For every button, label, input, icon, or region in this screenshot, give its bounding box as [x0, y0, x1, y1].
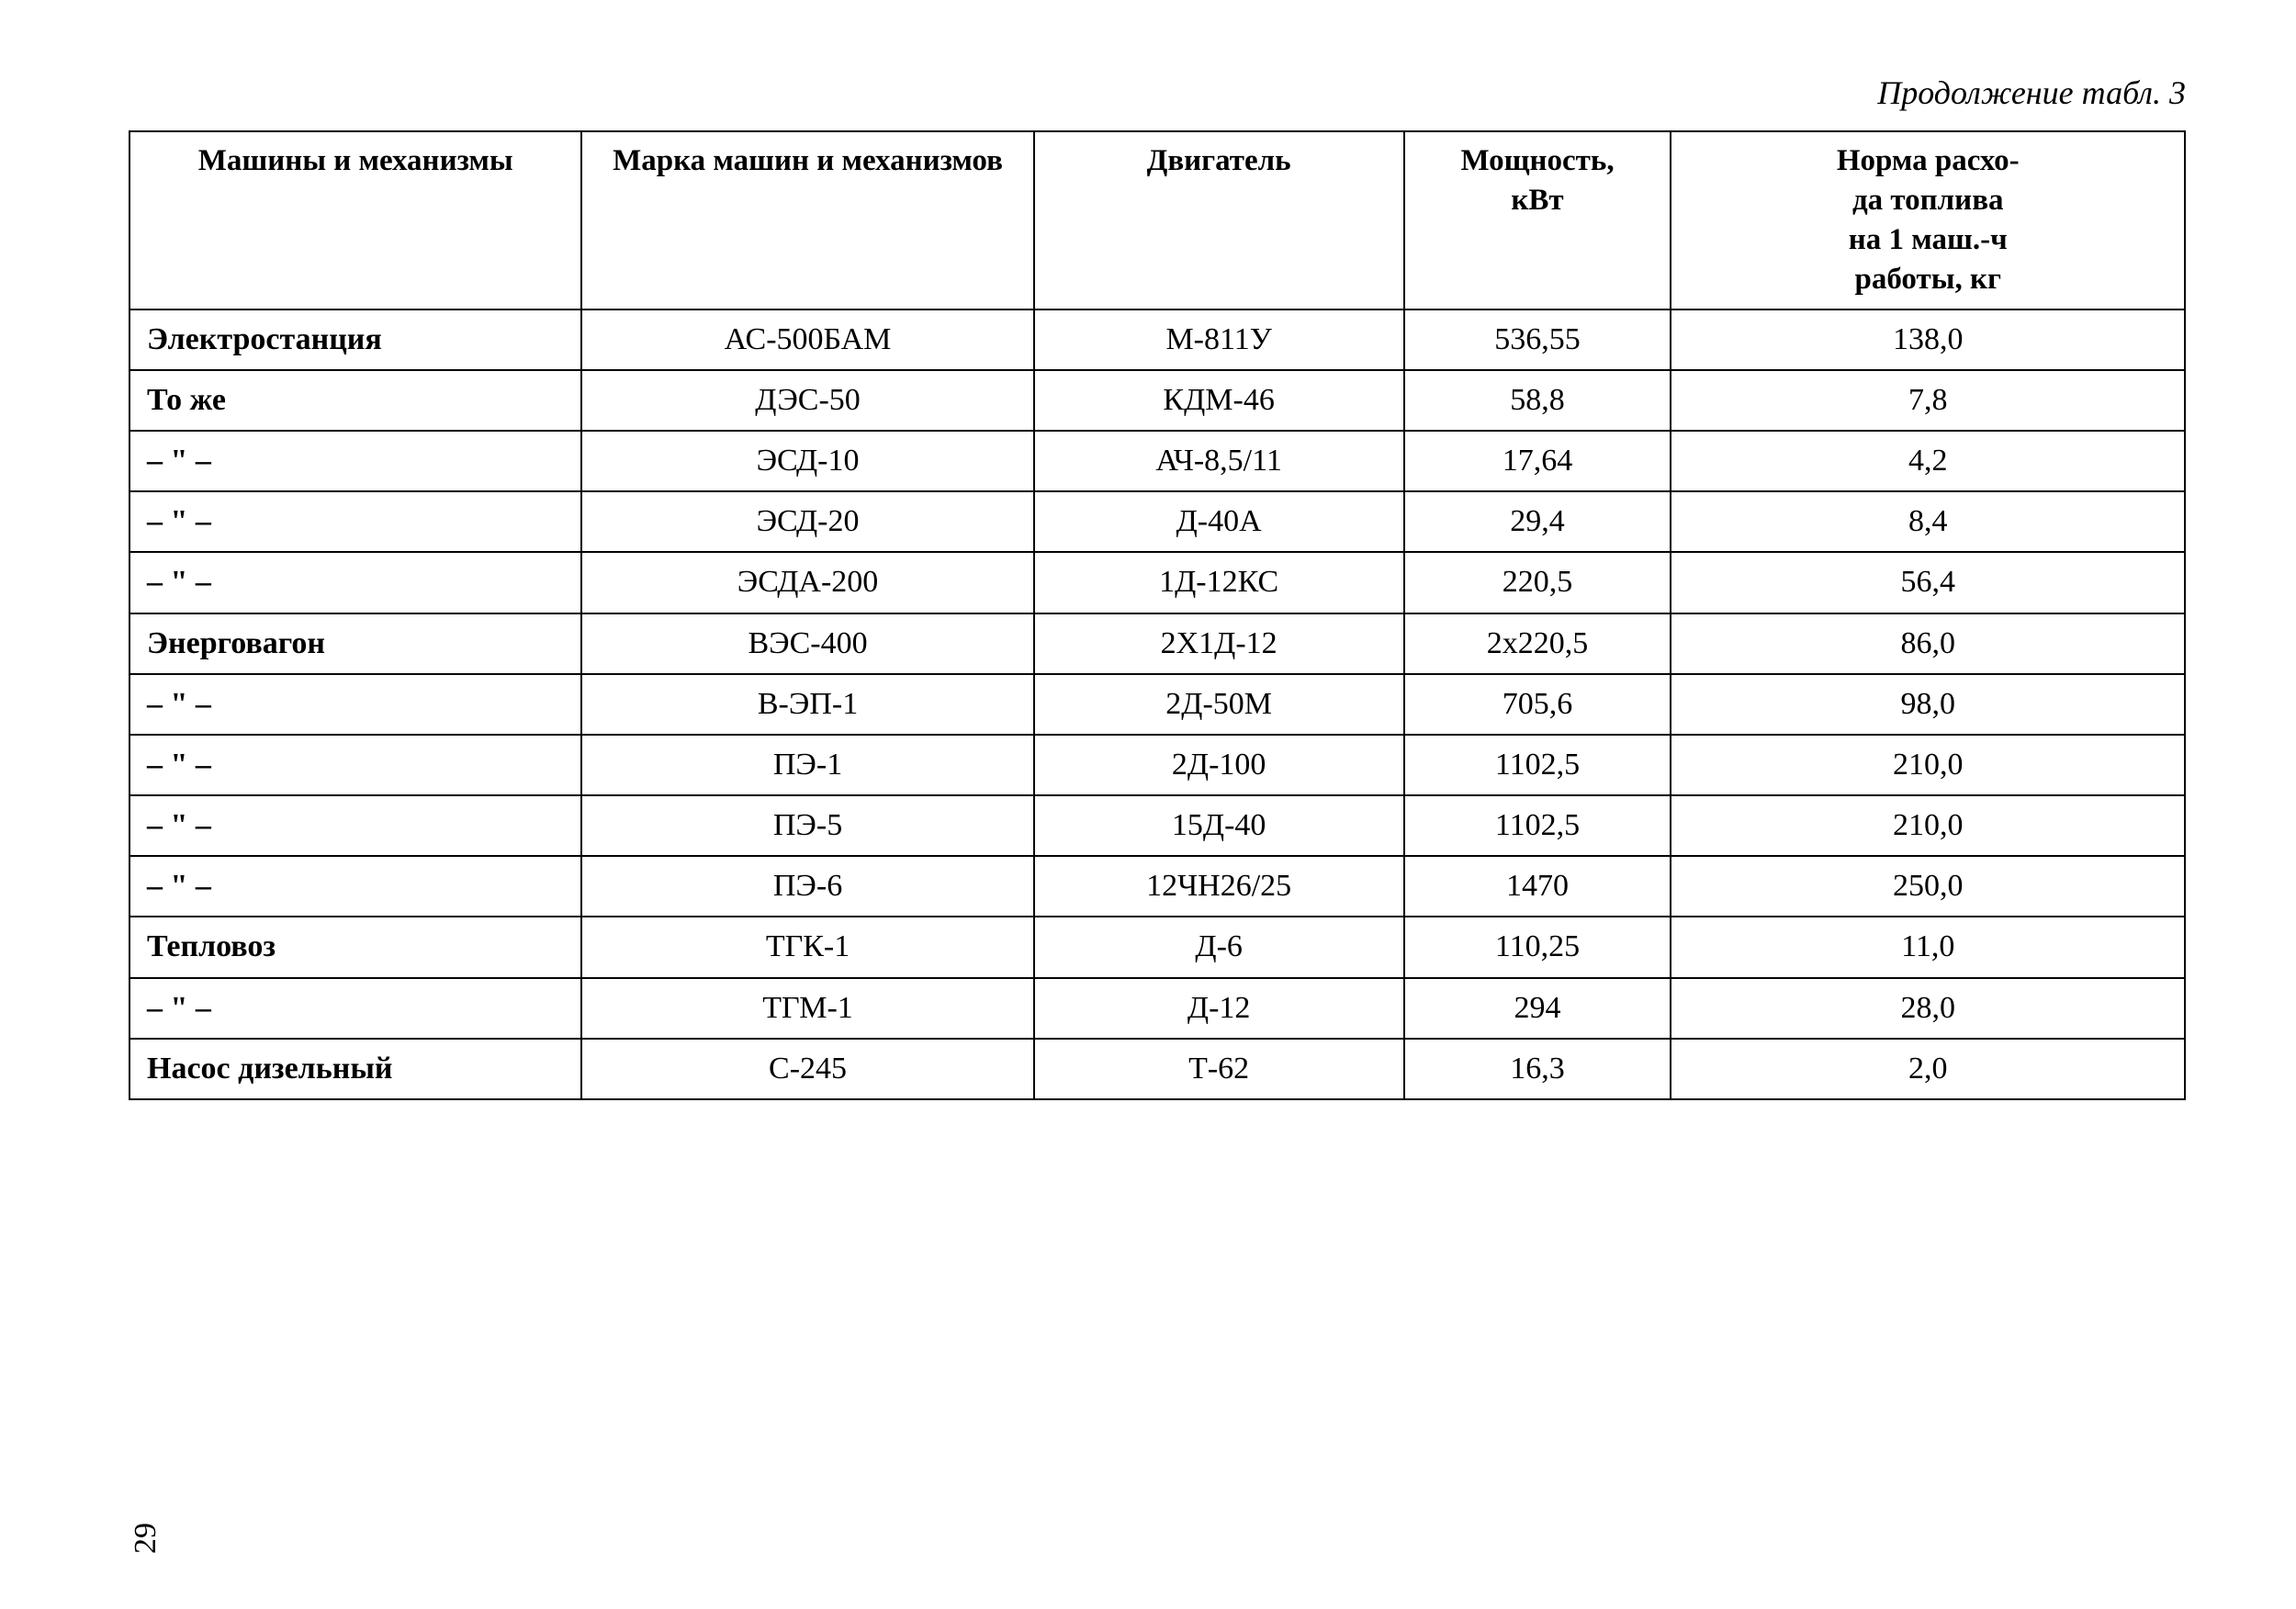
table-row: Насос дизельныйС-245Т-6216,32,0	[129, 1039, 2185, 1099]
cell-brand: ЭСДА-200	[581, 552, 1033, 613]
cell-engine: 2Х1Д-12	[1034, 613, 1404, 674]
table-row: ЭлектростанцияАС-500БАММ-811У536,55138,0	[129, 309, 2185, 370]
cell-power: 1470	[1404, 856, 1671, 917]
cell-machine: Тепловоз	[129, 917, 581, 977]
col-header-brand: Марка машин и механизмов	[581, 131, 1033, 309]
table-row: – " –ТГМ-1Д-1229428,0	[129, 978, 2185, 1039]
table-row: – " –ПЭ-515Д-401102,5210,0	[129, 795, 2185, 856]
table-row: – " –ПЭ-12Д-1001102,5210,0	[129, 735, 2185, 795]
cell-machine: – " –	[129, 856, 581, 917]
table-row: То жеДЭС-50КДМ-4658,87,8	[129, 370, 2185, 431]
cell-power: 220,5	[1404, 552, 1671, 613]
cell-norm: 7,8	[1671, 370, 2185, 431]
table-row: – " –В-ЭП-12Д-50М705,698,0	[129, 674, 2185, 735]
table-row: – " –ЭСД-10АЧ-8,5/1117,644,2	[129, 431, 2185, 491]
table-header-row: Машины и механизмы Марка машин и механиз…	[129, 131, 2185, 309]
cell-machine: – " –	[129, 735, 581, 795]
cell-power: 1102,5	[1404, 795, 1671, 856]
cell-engine: КДМ-46	[1034, 370, 1404, 431]
cell-brand: ПЭ-5	[581, 795, 1033, 856]
page-container: Продолжение табл. 3 Машины и механизмы М…	[0, 0, 2296, 1609]
cell-engine: 12ЧН26/25	[1034, 856, 1404, 917]
cell-machine: – " –	[129, 978, 581, 1039]
cell-machine: – " –	[129, 431, 581, 491]
cell-norm: 56,4	[1671, 552, 2185, 613]
cell-norm: 4,2	[1671, 431, 2185, 491]
cell-norm: 210,0	[1671, 735, 2185, 795]
cell-machine: – " –	[129, 674, 581, 735]
cell-brand: ДЭС-50	[581, 370, 1033, 431]
cell-norm: 28,0	[1671, 978, 2185, 1039]
cell-power: 536,55	[1404, 309, 1671, 370]
cell-power: 705,6	[1404, 674, 1671, 735]
cell-norm: 138,0	[1671, 309, 2185, 370]
cell-brand: ПЭ-6	[581, 856, 1033, 917]
cell-brand: ЭСД-10	[581, 431, 1033, 491]
cell-norm: 210,0	[1671, 795, 2185, 856]
cell-engine: Д-12	[1034, 978, 1404, 1039]
cell-power: 16,3	[1404, 1039, 1671, 1099]
table-row: ЭнерговагонВЭС-4002Х1Д-122х220,586,0	[129, 613, 2185, 674]
col-header-engine: Двигатель	[1034, 131, 1404, 309]
page-number: 29	[129, 1523, 163, 1554]
cell-power: 1102,5	[1404, 735, 1671, 795]
cell-machine: То же	[129, 370, 581, 431]
cell-engine: 15Д-40	[1034, 795, 1404, 856]
cell-norm: 8,4	[1671, 491, 2185, 552]
cell-machine: – " –	[129, 552, 581, 613]
cell-norm: 86,0	[1671, 613, 2185, 674]
cell-brand: В-ЭП-1	[581, 674, 1033, 735]
cell-norm: 250,0	[1671, 856, 2185, 917]
cell-brand: ПЭ-1	[581, 735, 1033, 795]
cell-machine: Насос дизельный	[129, 1039, 581, 1099]
cell-machine: – " –	[129, 491, 581, 552]
table-row: – " –ЭСДА-2001Д-12КС220,556,4	[129, 552, 2185, 613]
cell-norm: 11,0	[1671, 917, 2185, 977]
col-header-norm: Норма расхо-да топливана 1 маш.-чработы,…	[1671, 131, 2185, 309]
cell-engine: АЧ-8,5/11	[1034, 431, 1404, 491]
col-header-power: Мощность,кВт	[1404, 131, 1671, 309]
table-row: – " –ПЭ-612ЧН26/251470250,0	[129, 856, 2185, 917]
cell-engine: 1Д-12КС	[1034, 552, 1404, 613]
cell-engine: Д-6	[1034, 917, 1404, 977]
cell-machine: Энерговагон	[129, 613, 581, 674]
cell-engine: 2Д-100	[1034, 735, 1404, 795]
cell-brand: ЭСД-20	[581, 491, 1033, 552]
cell-norm: 2,0	[1671, 1039, 2185, 1099]
cell-power: 110,25	[1404, 917, 1671, 977]
cell-brand: С-245	[581, 1039, 1033, 1099]
cell-brand: ТГК-1	[581, 917, 1033, 977]
cell-engine: Д-40А	[1034, 491, 1404, 552]
cell-engine: Т-62	[1034, 1039, 1404, 1099]
cell-power: 294	[1404, 978, 1671, 1039]
cell-power: 29,4	[1404, 491, 1671, 552]
main-table: Машины и механизмы Марка машин и механиз…	[129, 130, 2186, 1100]
cell-power: 17,64	[1404, 431, 1671, 491]
cell-engine: 2Д-50М	[1034, 674, 1404, 735]
table-title: Продолжение табл. 3	[129, 73, 2186, 112]
table-row: – " –ЭСД-20Д-40А29,48,4	[129, 491, 2185, 552]
cell-brand: ВЭС-400	[581, 613, 1033, 674]
cell-engine: М-811У	[1034, 309, 1404, 370]
cell-norm: 98,0	[1671, 674, 2185, 735]
cell-machine: Электростанция	[129, 309, 581, 370]
cell-brand: ТГМ-1	[581, 978, 1033, 1039]
table-row: ТепловозТГК-1Д-6110,2511,0	[129, 917, 2185, 977]
cell-power: 58,8	[1404, 370, 1671, 431]
cell-brand: АС-500БАМ	[581, 309, 1033, 370]
cell-power: 2х220,5	[1404, 613, 1671, 674]
col-header-machines: Машины и механизмы	[129, 131, 581, 309]
cell-machine: – " –	[129, 795, 581, 856]
